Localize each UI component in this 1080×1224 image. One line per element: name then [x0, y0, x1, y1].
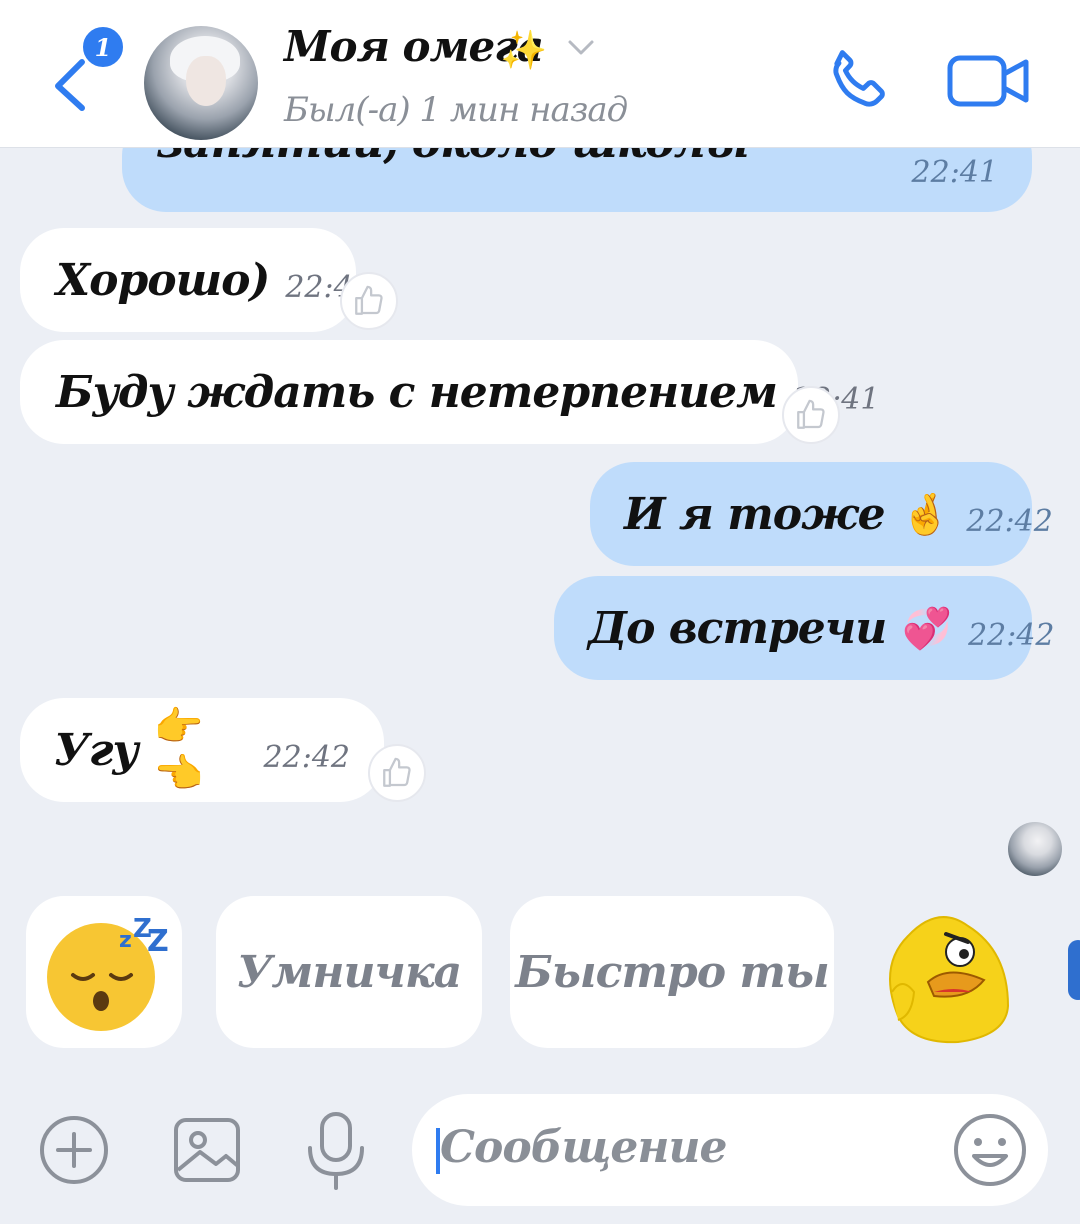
duck-sticker-icon: [889, 916, 1010, 1044]
message-input[interactable]: Сообщение: [412, 1094, 1048, 1206]
video-camera-icon: [947, 55, 1029, 107]
message-text: Буду ждать с нетерпением: [56, 366, 778, 418]
gallery-button[interactable]: [170, 1112, 246, 1188]
message-text: И я тоже: [624, 488, 886, 540]
unread-badge: 1: [80, 24, 126, 70]
svg-text:Z: Z: [147, 924, 169, 959]
chat-header: 1 Моя омега ✨ Был(-а) 1 мин назад: [0, 0, 1080, 148]
message-bubble-incoming[interactable]: Хорошо) 22:41: [20, 228, 372, 332]
message-bubble-outgoing[interactable]: И я тоже 🤞 22:42: [590, 462, 1053, 566]
suggestion-sleeping-emoji[interactable]: z Z Z: [26, 896, 182, 1048]
thumbs-up-icon: [797, 399, 825, 429]
sleeping-face-icon: z Z Z: [47, 914, 169, 1031]
crossed-fingers-emoji: 🤞: [900, 490, 951, 538]
message-time: 22:42: [263, 739, 350, 775]
like-button[interactable]: [340, 272, 398, 330]
thumbs-up-icon: [383, 757, 411, 787]
message-text: Хорошо): [56, 254, 270, 306]
like-button[interactable]: [782, 386, 840, 444]
svg-text:z: z: [119, 928, 132, 953]
message-bubble-incoming[interactable]: Угу 👉👈 22:42: [20, 698, 384, 802]
message-bubble-incoming[interactable]: Буду ждать с нетерпением 22:41: [20, 340, 879, 444]
message-bubble-outgoing[interactable]: До встречи 💞 22:42: [554, 576, 1055, 680]
read-receipt-avatar: [1008, 822, 1062, 876]
attach-button[interactable]: [36, 1112, 112, 1188]
two-hearts-emoji: 💞: [902, 604, 953, 652]
pointing-fingers-emoji: 👉👈: [153, 703, 204, 797]
chevron-down-icon[interactable]: [566, 38, 596, 58]
thumbs-up-icon: [355, 285, 383, 315]
avatar-face: [186, 56, 226, 106]
contact-avatar[interactable]: [144, 26, 258, 140]
message-time: 22:42: [968, 617, 1055, 653]
video-call-button[interactable]: [946, 52, 1032, 110]
next-sticker-edge[interactable]: [1068, 940, 1080, 1000]
call-button[interactable]: [822, 44, 896, 118]
suggestion-chip[interactable]: Умничка: [216, 896, 482, 1048]
emoji-button[interactable]: [950, 1110, 1030, 1190]
image-icon: [174, 1118, 240, 1182]
suggestion-chip[interactable]: Быстро ты: [510, 896, 834, 1048]
message-time: 22:41: [911, 154, 998, 190]
sparkles-emoji: ✨: [500, 28, 548, 72]
like-button[interactable]: [368, 744, 426, 802]
message-text: До встречи: [588, 602, 887, 654]
message-time: 22:42: [966, 503, 1053, 539]
phone-icon: [833, 50, 885, 107]
message-input-placeholder: Сообщение: [440, 1122, 727, 1173]
smile-icon: [954, 1114, 1026, 1186]
contact-status: Был(-а) 1 мин назад: [284, 90, 628, 130]
message-text: Угу: [54, 724, 139, 776]
microphone-icon: [308, 1112, 364, 1190]
plus-circle-icon: [40, 1116, 108, 1184]
voice-message-button[interactable]: [298, 1108, 374, 1192]
duck-sticker[interactable]: [868, 896, 1024, 1052]
